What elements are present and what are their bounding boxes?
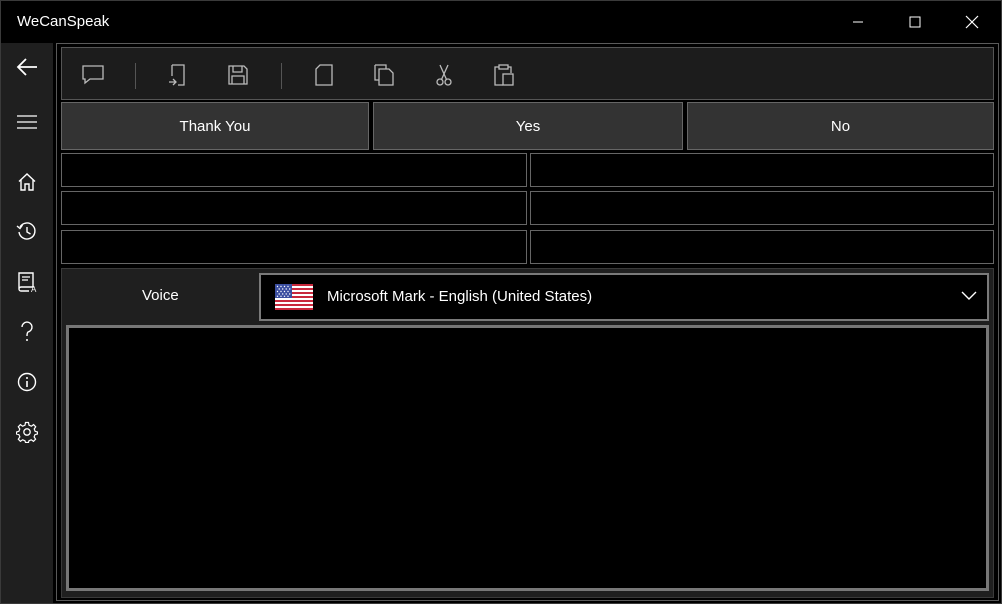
voice-panel: Voice Microsoft Mark - English (United S… — [61, 268, 994, 598]
main-content: Thank You Yes No Voice Microsoft Mark - … — [56, 43, 999, 601]
paste-button[interactable] — [484, 57, 524, 93]
back-arrow-icon — [16, 58, 37, 76]
svg-text:A: A — [31, 285, 37, 293]
phrase-field[interactable] — [530, 153, 994, 187]
phrase-field[interactable] — [61, 230, 527, 264]
save-icon — [228, 65, 248, 85]
help-nav-button[interactable] — [1, 310, 53, 354]
home-nav-button[interactable] — [1, 160, 53, 204]
info-nav-button[interactable] — [1, 360, 53, 404]
phrase-field[interactable] — [61, 191, 527, 225]
phrase-button-thank-you[interactable]: Thank You — [61, 102, 369, 150]
toolbar-separator — [281, 63, 282, 89]
new-button[interactable] — [304, 57, 344, 93]
app-window: WeCanSpeak A Thank You Yes No Voice Micr… — [0, 0, 1002, 604]
history-icon — [16, 222, 36, 240]
phrase-field[interactable] — [61, 153, 527, 187]
chevron-down-icon — [961, 291, 977, 300]
new-document-icon — [315, 64, 333, 86]
close-icon — [965, 15, 979, 29]
speech-text-area[interactable] — [66, 325, 989, 591]
phrase-button-no[interactable]: No — [687, 102, 994, 150]
paste-icon — [494, 64, 514, 86]
toolbar-separator — [135, 63, 136, 89]
toolbar — [61, 47, 994, 100]
phrasebook-nav-button[interactable]: A — [1, 260, 53, 304]
app-title: WeCanSpeak — [17, 13, 110, 30]
menu-button[interactable] — [1, 100, 53, 144]
back-button[interactable] — [1, 45, 53, 89]
home-icon — [18, 173, 36, 191]
title-bar: WeCanSpeak — [1, 1, 1001, 43]
phrase-field[interactable] — [530, 191, 994, 225]
open-button[interactable] — [157, 57, 197, 93]
hamburger-menu-icon — [17, 115, 37, 129]
voice-label: Voice — [142, 287, 179, 304]
minimize-button[interactable] — [835, 1, 881, 43]
info-icon — [17, 372, 37, 392]
copy-button[interactable] — [364, 57, 404, 93]
us-flag-icon — [275, 284, 313, 310]
voice-selected-value: Microsoft Mark - English (United States) — [327, 288, 593, 305]
sidebar: A — [1, 43, 53, 603]
maximize-button[interactable] — [892, 1, 938, 43]
phrase-field[interactable] — [530, 230, 994, 264]
cut-button[interactable] — [424, 57, 464, 93]
settings-gear-icon — [16, 421, 38, 443]
phrase-button-yes[interactable]: Yes — [373, 102, 683, 150]
phrasebook-icon: A — [18, 272, 37, 293]
history-nav-button[interactable] — [1, 210, 53, 254]
speak-bubble-icon — [82, 65, 104, 85]
open-file-icon — [169, 64, 185, 86]
voice-dropdown[interactable]: Microsoft Mark - English (United States) — [259, 273, 989, 321]
speak-button[interactable] — [73, 57, 113, 93]
copy-icon — [374, 64, 394, 86]
maximize-icon — [909, 16, 921, 28]
close-button[interactable] — [949, 1, 995, 43]
save-button[interactable] — [218, 57, 258, 93]
help-icon — [21, 321, 33, 341]
cut-icon — [436, 64, 452, 86]
settings-nav-button[interactable] — [1, 410, 53, 454]
minimize-icon — [853, 21, 863, 23]
